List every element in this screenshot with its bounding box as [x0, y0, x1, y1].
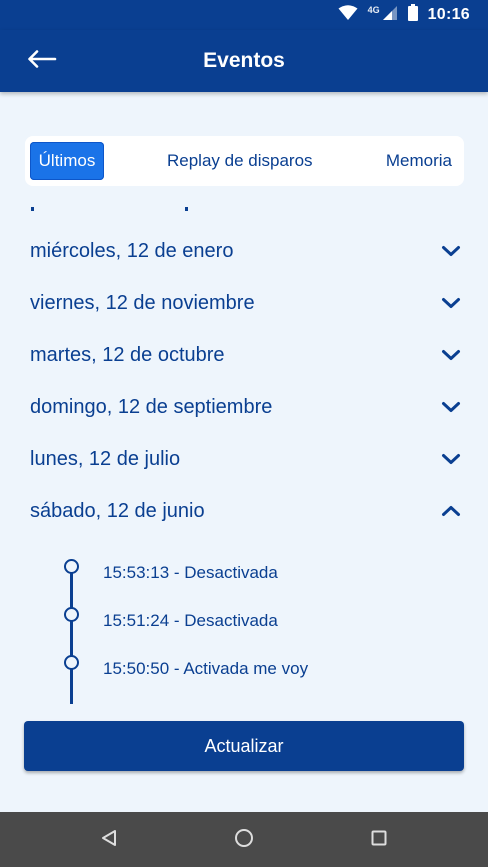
- day-row-expanded[interactable]: sábado, 12 de junio: [30, 491, 464, 531]
- network-type-label: 4G: [367, 5, 380, 15]
- scrolled-off-row: [25, 207, 464, 215]
- timeline-dot: [64, 559, 79, 574]
- timeline-dot: [64, 607, 79, 622]
- timeline-dot: [64, 655, 79, 670]
- battery-icon: [407, 4, 418, 26]
- app-bar: Eventos: [0, 30, 488, 92]
- timeline-line: [70, 566, 73, 704]
- event-entry: 15:53:13 - Desactivada: [103, 563, 278, 582]
- day-label: viernes, 12 de noviembre: [30, 291, 255, 314]
- day-label: miércoles, 12 de enero: [30, 239, 234, 262]
- status-bar: 4G 10:16: [0, 0, 488, 30]
- day-row[interactable]: miércoles, 12 de enero: [30, 231, 464, 271]
- event-entry: 15:51:24 - Desactivada: [103, 611, 278, 630]
- nav-home-button[interactable]: [230, 826, 258, 854]
- tab-ultimos[interactable]: Últimos: [30, 142, 104, 180]
- arrow-left-icon: [27, 49, 57, 73]
- chevron-down-icon: [440, 448, 462, 470]
- circle-home-icon: [234, 828, 254, 853]
- chevron-down-icon: [440, 344, 462, 366]
- back-button[interactable]: [20, 45, 64, 77]
- triangle-back-icon: [101, 829, 117, 852]
- day-label: lunes, 12 de julio: [30, 447, 181, 470]
- chevron-down-icon: [440, 292, 462, 314]
- day-row[interactable]: lunes, 12 de julio: [30, 439, 464, 479]
- nav-back-button[interactable]: [95, 826, 123, 854]
- chevron-down-icon: [440, 396, 462, 418]
- page-title: Eventos: [203, 49, 285, 72]
- refresh-button[interactable]: Actualizar: [24, 721, 464, 771]
- status-icons: 4G 10:16: [338, 0, 470, 30]
- tab-replay-de-disparos[interactable]: Replay de disparos: [167, 142, 313, 180]
- chevron-up-icon: [440, 500, 462, 522]
- day-label: sábado, 12 de junio: [30, 499, 205, 522]
- cell-signal-icon: [382, 5, 398, 26]
- system-nav-bar: [0, 812, 488, 867]
- wifi-icon: [338, 4, 358, 26]
- event-tabs: Últimos Replay de disparos Memoria: [25, 136, 464, 186]
- square-recents-icon: [371, 830, 387, 851]
- day-row[interactable]: viernes, 12 de noviembre: [30, 283, 464, 323]
- day-label: martes, 12 de octubre: [30, 343, 225, 366]
- day-row[interactable]: martes, 12 de octubre: [30, 335, 464, 375]
- event-entry: 15:50:50 - Activada me voy: [103, 659, 309, 678]
- day-row[interactable]: domingo, 12 de septiembre: [30, 387, 464, 427]
- nav-recents-button[interactable]: [365, 826, 393, 854]
- chevron-down-icon: [440, 240, 462, 262]
- tab-memoria[interactable]: Memoria: [386, 142, 452, 180]
- status-time: 10:16: [427, 6, 470, 23]
- day-label: domingo, 12 de septiembre: [30, 395, 273, 418]
